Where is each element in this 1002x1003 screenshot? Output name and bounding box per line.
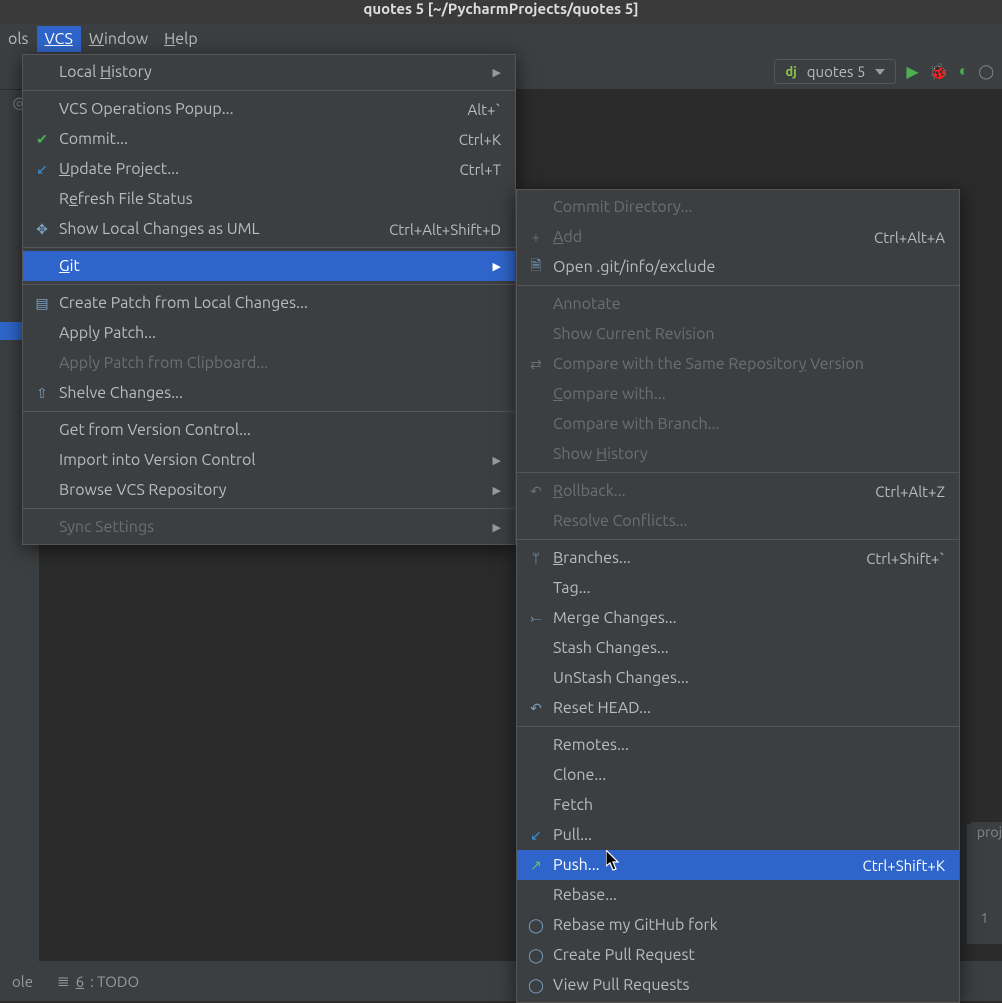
menu-annotate[interactable]: Annotate <box>517 289 959 319</box>
right-gutter: 1 <box>966 824 1002 944</box>
menu-rebase-fork[interactable]: ◯ Rebase my GitHub fork <box>517 910 959 940</box>
menu-pull[interactable]: ↙ Pull... <box>517 820 959 850</box>
menu-open-exclude[interactable]: 🗎 Open .git/info/exclude <box>517 252 959 282</box>
github-icon: ◯ <box>525 977 547 994</box>
submenu-arrow-icon: ▶ <box>493 454 501 467</box>
push-icon: ↗ <box>525 857 547 874</box>
menu-create-pr[interactable]: ◯ Create Pull Request <box>517 940 959 970</box>
menu-shelve-changes[interactable]: ⇧ Shelve Changes... <box>23 378 515 408</box>
shelve-icon: ⇧ <box>31 385 53 402</box>
submenu-arrow-icon: ▶ <box>493 484 501 497</box>
rollback-icon: ↶ <box>525 483 547 500</box>
debug-button[interactable]: 🐞 <box>929 62 949 81</box>
menu-compare-with[interactable]: Compare with... <box>517 379 959 409</box>
separator <box>23 90 515 91</box>
right-proj-label[interactable]: proj <box>971 822 1002 842</box>
menu-compare-branch[interactable]: Compare with Branch... <box>517 409 959 439</box>
submenu-arrow-icon: ▶ <box>493 66 501 79</box>
menu-tag[interactable]: Tag... <box>517 573 959 603</box>
menu-rollback[interactable]: ↶ Rollback... Ctrl+Alt+Z <box>517 476 959 506</box>
mouse-cursor-icon <box>606 850 622 872</box>
menu-help[interactable]: Help <box>156 26 206 52</box>
menu-clone[interactable]: Clone... <box>517 760 959 790</box>
menu-fetch[interactable]: Fetch <box>517 790 959 820</box>
patch-icon: ▤ <box>31 295 53 312</box>
menu-show-current-rev[interactable]: Show Current Revision <box>517 319 959 349</box>
plus-icon: + <box>525 229 547 245</box>
merge-icon: ⤚ <box>525 610 547 627</box>
separator <box>517 285 959 286</box>
menu-show-history[interactable]: Show History <box>517 439 959 469</box>
update-icon: ↙ <box>31 161 53 178</box>
submenu-arrow-icon: ▶ <box>493 260 501 273</box>
separator <box>23 247 515 248</box>
window-titlebar: quotes 5 [~/PycharmProjects/quotes 5] <box>0 0 1002 24</box>
menu-git[interactable]: Git ▶ <box>23 251 515 281</box>
menu-rebase[interactable]: Rebase... <box>517 880 959 910</box>
menu-apply-patch-clipboard[interactable]: Apply Patch from Clipboard... <box>23 348 515 378</box>
menu-add[interactable]: + Add Ctrl+Alt+A <box>517 222 959 252</box>
separator <box>23 284 515 285</box>
menu-create-patch[interactable]: ▤ Create Patch from Local Changes... <box>23 288 515 318</box>
menu-browse-vcs-repo[interactable]: Browse VCS Repository ▶ <box>23 475 515 505</box>
menu-local-history[interactable]: Local History ▶ <box>23 57 515 87</box>
stop-button[interactable]: ◯ <box>978 63 994 80</box>
main-menubar: ols VCS Window Help <box>0 24 1002 54</box>
menu-update-project[interactable]: ↙ Update Project... Ctrl+T <box>23 154 515 184</box>
menu-branches[interactable]: ᛘ Branches... Ctrl+Shift+` <box>517 543 959 573</box>
coverage-button[interactable]: ◐ <box>959 62 969 81</box>
chevron-down-icon <box>875 69 885 75</box>
branch-icon: ᛘ <box>525 550 547 566</box>
menu-apply-patch[interactable]: Apply Patch... <box>23 318 515 348</box>
menu-commit-directory[interactable]: Commit Directory... <box>517 192 959 222</box>
menu-resolve-conflicts[interactable]: Resolve Conflicts... <box>517 506 959 536</box>
menu-view-pr[interactable]: ◯ View Pull Requests <box>517 970 959 1000</box>
menu-tools[interactable]: ols <box>0 26 37 52</box>
reset-icon: ↶ <box>525 700 547 717</box>
menu-compare-same-repo[interactable]: ⇄ Compare with the Same Repository Versi… <box>517 349 959 379</box>
separator <box>517 472 959 473</box>
github-icon: ◯ <box>525 917 547 934</box>
menu-get-from-vc[interactable]: Get from Version Control... <box>23 415 515 445</box>
git-submenu: Commit Directory... + Add Ctrl+Alt+A 🗎 O… <box>516 189 960 1003</box>
submenu-arrow-icon: ▶ <box>493 521 501 534</box>
compare-icon: ⇄ <box>525 356 547 373</box>
django-icon: dj <box>785 65 796 79</box>
run-config-selector[interactable]: dj quotes 5 <box>774 59 896 84</box>
menu-window[interactable]: Window <box>81 26 156 52</box>
right-count: 1 <box>981 910 989 926</box>
console-tab[interactable]: ole <box>0 973 45 990</box>
run-button[interactable]: ▶ <box>906 62 918 81</box>
separator <box>23 411 515 412</box>
menu-push[interactable]: ↗ Push... Ctrl+Shift+K <box>517 850 959 880</box>
vcs-dropdown-menu: Local History ▶ VCS Operations Popup... … <box>22 54 516 545</box>
menu-remotes[interactable]: Remotes... <box>517 730 959 760</box>
pull-icon: ↙ <box>525 827 547 844</box>
separator <box>517 539 959 540</box>
menu-reset-head[interactable]: ↶ Reset HEAD... <box>517 693 959 723</box>
separator <box>23 508 515 509</box>
window-title: quotes 5 [~/PycharmProjects/quotes 5] <box>363 0 638 17</box>
menu-unstash-changes[interactable]: UnStash Changes... <box>517 663 959 693</box>
menu-vcs[interactable]: VCS <box>37 26 81 52</box>
menu-stash-changes[interactable]: Stash Changes... <box>517 633 959 663</box>
menu-show-local-changes-uml[interactable]: ✥ Show Local Changes as UML Ctrl+Alt+Shi… <box>23 214 515 244</box>
uml-icon: ✥ <box>31 221 53 238</box>
menu-merge-changes[interactable]: ⤚ Merge Changes... <box>517 603 959 633</box>
menu-refresh-status[interactable]: Refresh File Status <box>23 184 515 214</box>
github-icon: ◯ <box>525 947 547 964</box>
check-icon: ✔ <box>31 131 53 148</box>
run-config-label: quotes 5 <box>807 63 866 80</box>
menu-vcs-ops-popup[interactable]: VCS Operations Popup... Alt+` <box>23 94 515 124</box>
menu-import-into-vc[interactable]: Import into Version Control ▶ <box>23 445 515 475</box>
menu-commit[interactable]: ✔ Commit... Ctrl+K <box>23 124 515 154</box>
separator <box>517 726 959 727</box>
file-icon: 🗎 <box>525 255 547 279</box>
todo-tab[interactable]: ≣ 6: TODO <box>45 972 151 990</box>
menu-sync-settings[interactable]: Sync Settings ▶ <box>23 512 515 542</box>
